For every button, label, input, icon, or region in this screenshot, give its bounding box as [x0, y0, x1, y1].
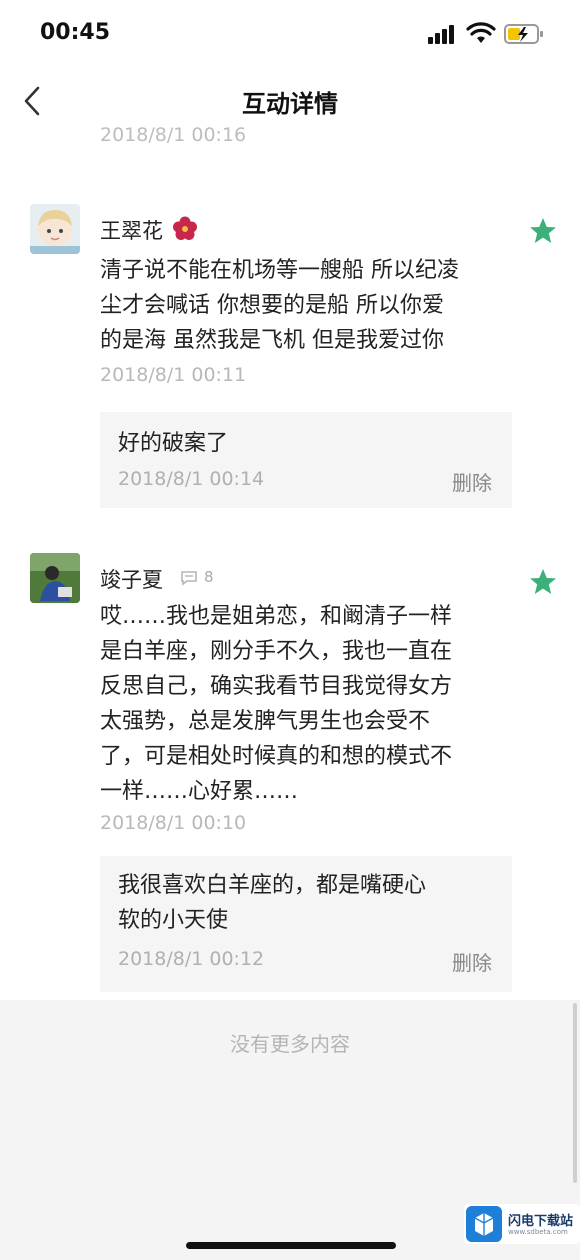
cartoon-girl-avatar-icon — [30, 204, 80, 254]
reply-timestamp: 2018/8/1 00:14 — [118, 468, 265, 490]
comment-timestamp: 2018/8/1 00:10 — [100, 812, 247, 834]
reply-box: 我很喜欢白羊座的，都是嘴硬心 软的小天使 2018/8/1 00:12 删除 — [100, 856, 512, 992]
comment-timestamp: 2018/8/1 00:11 — [100, 364, 247, 386]
page-title: 互动详情 — [242, 90, 338, 118]
battery-charging-icon — [504, 24, 543, 44]
watermark-logo-icon — [466, 1206, 502, 1242]
delete-button[interactable]: 删除 — [452, 947, 492, 976]
star-icon[interactable] — [528, 216, 558, 246]
signal-icon — [428, 24, 458, 44]
reply-box: 好的破案了 2018/8/1 00:14 删除 — [100, 412, 512, 508]
watermark-name: 闪电下载站 — [508, 1214, 574, 1229]
delete-button[interactable]: 删除 — [452, 467, 492, 496]
reply-count: 8 — [204, 568, 214, 586]
nav-bar: 互动详情 — [0, 66, 580, 136]
avatar[interactable] — [30, 553, 80, 603]
comment-item: 竣子夏 8 哎……我也是姐弟恋，和阚清子一样 是白羊座，刚分手不久，我也一直在 … — [0, 550, 580, 1000]
status-icons — [428, 22, 552, 46]
comment-text: 哎……我也是姐弟恋，和阚清子一样 是白羊座，刚分手不久，我也一直在 反思自己，确… — [100, 604, 453, 804]
comment-item: 王翠花 清子说不能在机场等一艘船 所以纪凌 尘才会喊话 你想要的是船 所以你爱 … — [0, 200, 580, 510]
watermark: 闪电下载站 www.sdbeta.com — [464, 1204, 580, 1244]
comment-bubble-icon — [181, 571, 197, 586]
flower-icon — [173, 216, 197, 240]
username[interactable]: 王翠花 — [100, 215, 163, 245]
wifi-icon — [466, 22, 496, 43]
star-icon[interactable] — [528, 567, 558, 597]
status-time: 00:45 — [40, 20, 111, 45]
scrollbar[interactable] — [573, 1003, 577, 1183]
watermark-url: www.sdbeta.com — [508, 1228, 568, 1236]
reply-timestamp: 2018/8/1 00:12 — [118, 948, 265, 970]
cut-off-timestamp: 2018/8/1 00:16 — [100, 124, 247, 146]
reply-text: 好的破案了 — [118, 431, 229, 456]
no-more-content-label: 没有更多内容 — [230, 1032, 350, 1056]
photo-avatar-icon — [30, 553, 80, 603]
username[interactable]: 竣子夏 — [100, 564, 163, 594]
comment-text: 清子说不能在机场等一艘船 所以纪凌 尘才会喊话 你想要的是船 所以你爱 的是海 … — [100, 258, 459, 353]
reply-text: 我很喜欢白羊座的，都是嘴硬心 软的小天使 — [118, 873, 427, 933]
status-bar: 00:45 — [0, 0, 580, 66]
home-indicator[interactable] — [186, 1242, 396, 1249]
avatar[interactable] — [30, 204, 80, 254]
